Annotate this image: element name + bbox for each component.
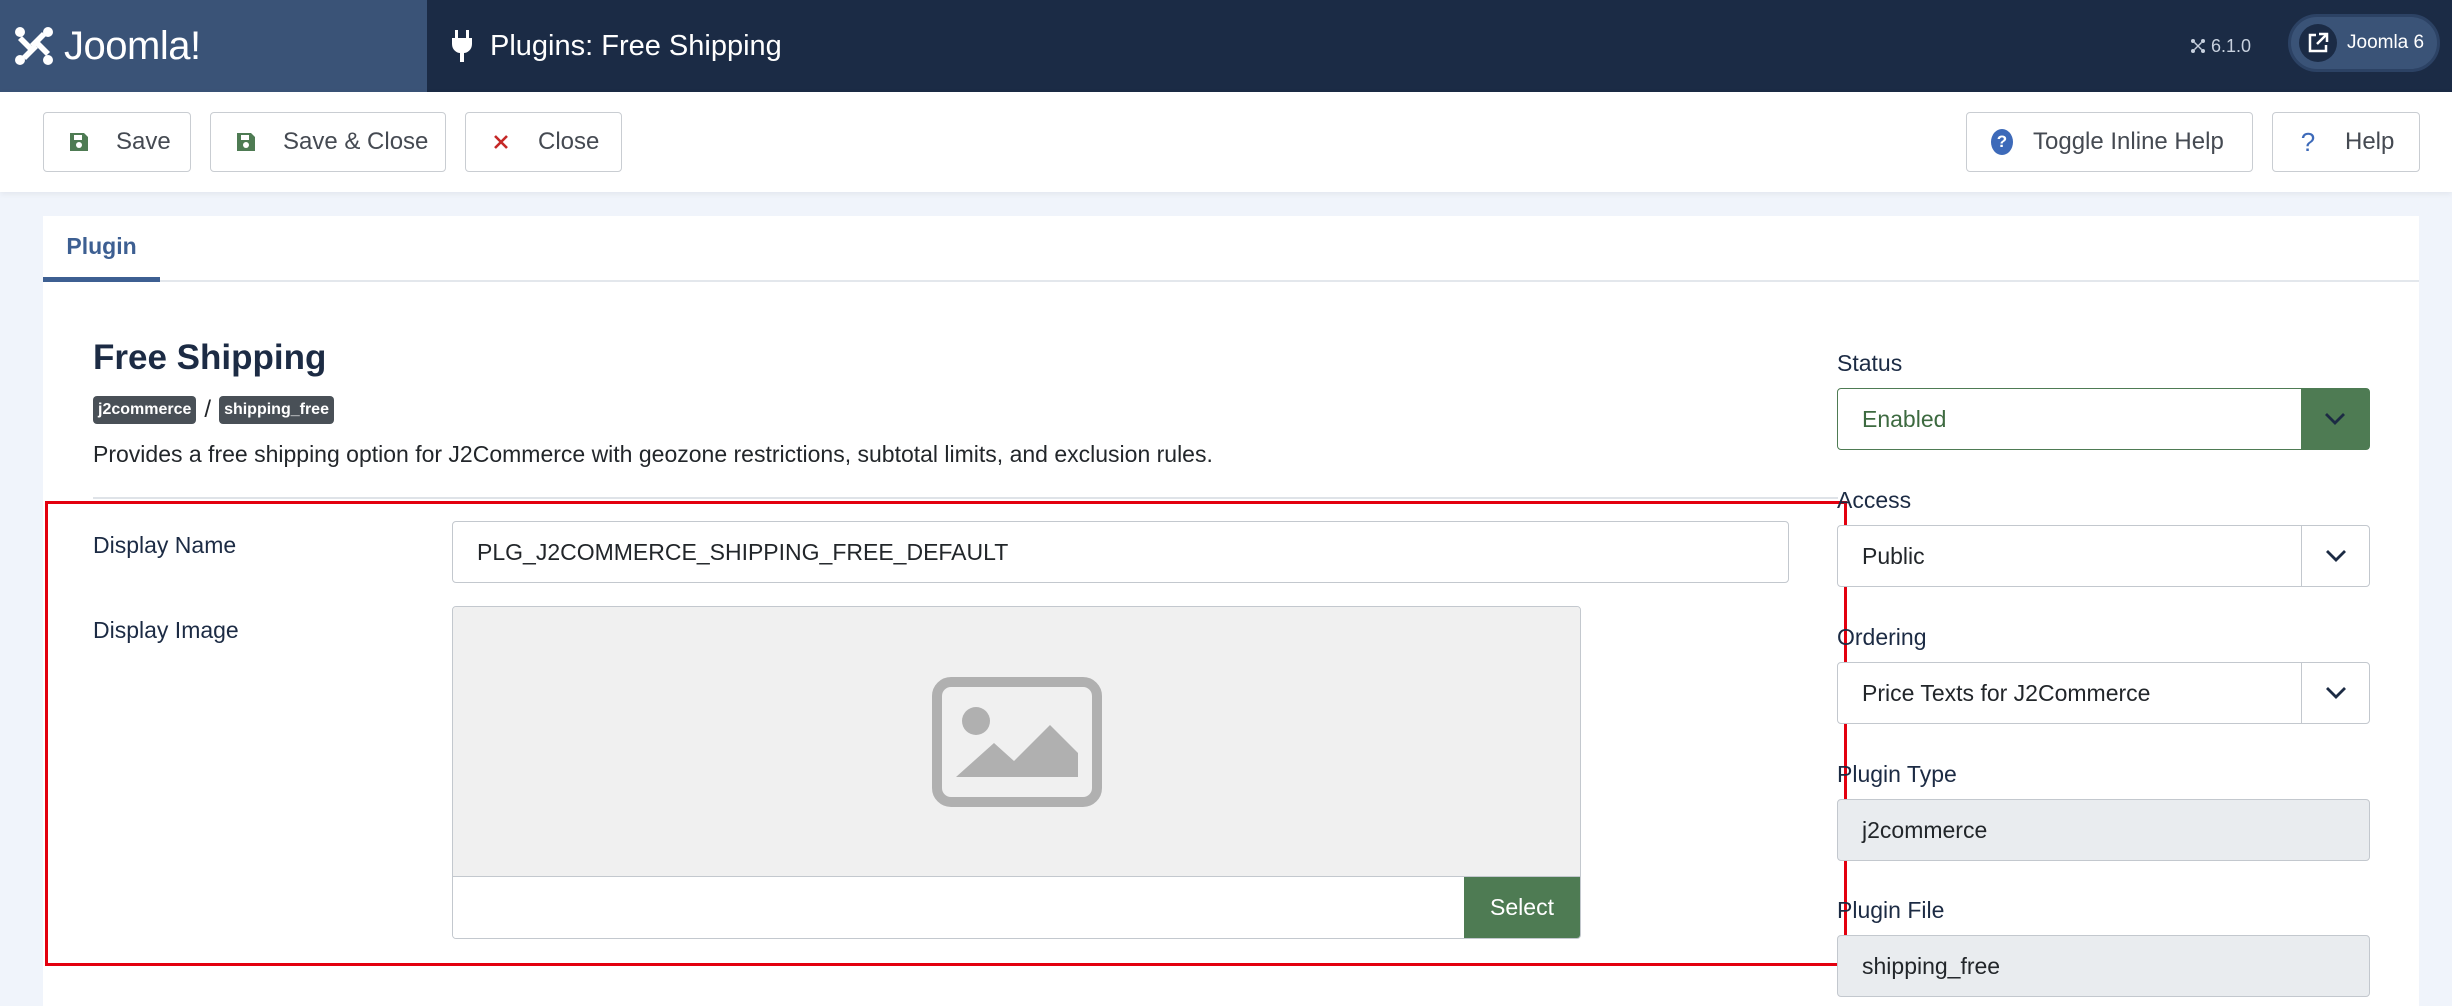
save-close-label: Save & Close (283, 128, 429, 155)
page-title-text: Plugins: Free Shipping (490, 29, 782, 62)
status-label: Status (1837, 350, 1903, 376)
access-label: Access (1837, 487, 1912, 513)
save-close-button[interactable]: Save & Close (210, 112, 446, 172)
save-button[interactable]: Save (43, 112, 191, 172)
floppy-disk-icon (235, 131, 257, 153)
divider (93, 497, 1838, 499)
chevron-down-icon (2301, 526, 2369, 586)
plugin-title: Free Shipping (93, 338, 327, 377)
plug-icon (452, 30, 472, 62)
image-placeholder-icon (931, 676, 1102, 807)
joomla-mini-logo-icon (2191, 39, 2205, 53)
site-link-label: Joomla 6 (2347, 32, 2425, 53)
plugin-badges: j2commerce / shipping_free (93, 396, 334, 424)
ordering-label: Ordering (1837, 624, 1927, 650)
floppy-disk-icon (68, 131, 90, 153)
display-image-field: Select (452, 606, 1581, 939)
plugin-file-value: shipping_free (1862, 952, 2001, 979)
ordering-select[interactable]: Price Texts for J2Commerce (1837, 662, 2370, 724)
toggle-inline-help-button[interactable]: ? Toggle Inline Help (1966, 112, 2253, 172)
element-badge: shipping_free (219, 396, 334, 424)
toggle-inline-help-label: Toggle Inline Help (2033, 128, 2224, 155)
site-link-button[interactable]: Joomla 6 (2288, 14, 2440, 72)
joomla-logo-icon (15, 27, 53, 65)
help-label: Help (2345, 128, 2395, 155)
close-label: Close (538, 128, 600, 155)
plugin-edit-card: Plugin Free Shipping j2commerce / shippi… (43, 216, 2419, 1006)
image-path-input[interactable] (453, 877, 1464, 938)
badge-separator: / (204, 396, 212, 423)
plugin-type-value: j2commerce (1862, 816, 1988, 843)
tab-plugin[interactable]: Plugin (43, 216, 160, 282)
help-button[interactable]: ? Help (2272, 112, 2420, 172)
display-name-label: Display Name (93, 532, 237, 558)
select-image-button[interactable]: Select (1464, 877, 1580, 938)
ordering-value: Price Texts for J2Commerce (1862, 679, 2151, 706)
chevron-down-icon (2301, 389, 2369, 449)
display-image-label: Display Image (93, 617, 239, 643)
version-info: 6.1.0 (2190, 30, 2251, 62)
display-name-input[interactable]: PLG_J2COMMERCE_SHIPPING_FREE_DEFAULT (452, 521, 1789, 583)
page-title: Plugins: Free Shipping (450, 0, 782, 92)
access-select[interactable]: Public (1837, 525, 2370, 587)
question-circle-icon: ? (1991, 129, 2013, 155)
brand[interactable]: Joomla! (0, 0, 427, 92)
display-name-value: PLG_J2COMMERCE_SHIPPING_FREE_DEFAULT (477, 538, 1009, 565)
x-icon (490, 131, 512, 153)
plugin-file-field: shipping_free (1837, 935, 2370, 997)
external-link-icon (2299, 24, 2337, 62)
question-icon: ? (2300, 126, 2316, 157)
brand-name: Joomla! (64, 23, 201, 68)
status-select[interactable]: Enabled (1837, 388, 2370, 450)
toolbar: Save Save & Close Close ? Toggle Inline … (0, 92, 2452, 192)
plugin-type-field: j2commerce (1837, 799, 2370, 861)
plugin-type-label: Plugin Type (1837, 761, 1957, 787)
plugin-file-label: Plugin File (1837, 897, 1945, 923)
tab-bar: Plugin (43, 216, 2419, 282)
version-text: 6.1.0 (2211, 35, 2252, 56)
plugin-description: Provides a free shipping option for J2Co… (93, 441, 1213, 467)
chevron-down-icon (2301, 663, 2369, 723)
image-preview (453, 607, 1580, 877)
close-button[interactable]: Close (465, 112, 622, 172)
access-value: Public (1862, 542, 1925, 569)
status-value: Enabled (1862, 405, 1947, 432)
group-badge: j2commerce (93, 396, 197, 424)
save-label: Save (116, 128, 171, 155)
top-header: Joomla! Plugins: Free Shipping 6.1.0 Joo… (0, 0, 2452, 92)
